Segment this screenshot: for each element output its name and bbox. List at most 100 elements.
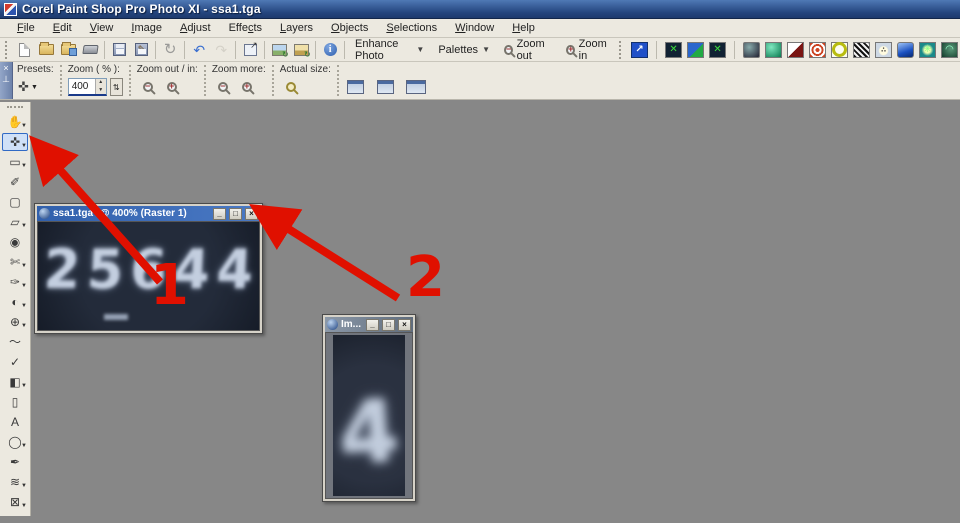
maximize-icon[interactable]: □ xyxy=(382,319,395,331)
black-mesh-icon[interactable] xyxy=(853,42,870,58)
close-icon[interactable]: × xyxy=(245,208,258,220)
flyout-arrow-icon[interactable]: ▼ xyxy=(21,483,27,489)
scratch-remover-tool[interactable]: 〜 xyxy=(2,333,28,351)
text-tool[interactable]: A xyxy=(2,413,28,431)
actual-size-button[interactable] xyxy=(280,77,302,97)
zoom-in-step-button[interactable]: + xyxy=(161,77,183,97)
flyout-arrow-icon[interactable]: ▼ xyxy=(21,143,27,149)
pin-icon[interactable]: ⊥ xyxy=(2,74,10,85)
minimize-icon[interactable]: _ xyxy=(213,208,226,220)
zoom-out-button[interactable]: − Zoom out xyxy=(497,35,559,65)
menu-effects[interactable]: Effects xyxy=(220,20,271,36)
smart-photo-fix-button[interactable] xyxy=(290,39,312,60)
sparkle-icon[interactable]: ∴ xyxy=(875,42,892,58)
image-canvas[interactable]: 25644 xyxy=(37,221,260,331)
image-window-2[interactable]: Im... _ □ × 4 xyxy=(322,314,416,502)
crop-tool[interactable]: ▢ xyxy=(2,193,28,211)
mesh-warp-tool[interactable]: ⊠▼ xyxy=(2,493,28,511)
close-icon[interactable]: × xyxy=(3,63,8,73)
color-changer-tool[interactable]: ✓ xyxy=(2,353,28,371)
resize-button[interactable] xyxy=(239,39,261,60)
menu-layers[interactable]: Layers xyxy=(271,20,322,36)
zoom-slider-toggle[interactable]: ⇅ xyxy=(110,78,123,96)
zoom-in-more-button[interactable]: + xyxy=(236,77,258,97)
flyout-arrow-icon[interactable]: ▼ xyxy=(21,383,27,389)
green-x-dark-icon[interactable]: ✕ xyxy=(665,42,682,58)
menu-file[interactable]: File xyxy=(8,20,44,36)
preset-shape-tool[interactable]: ◯▼ xyxy=(2,433,28,451)
menu-window[interactable]: Window xyxy=(446,20,503,36)
toolbar-grip[interactable] xyxy=(5,41,10,59)
selection-tool[interactable]: ▭▼ xyxy=(2,153,28,171)
green-burst-icon[interactable]: ✳ xyxy=(919,42,936,58)
menu-view[interactable]: View xyxy=(81,20,123,36)
menu-objects[interactable]: Objects xyxy=(322,20,377,36)
close-icon[interactable]: × xyxy=(398,319,411,331)
flyout-arrow-icon[interactable]: ▼ xyxy=(21,323,27,329)
info-button[interactable] xyxy=(319,39,341,60)
image-window-title-bar[interactable]: ssa1.tga* @ 400% (Raster 1) _ □ × xyxy=(37,206,260,221)
flyout-arrow-icon[interactable]: ▼ xyxy=(21,283,27,289)
red-white-diagonal-icon[interactable] xyxy=(787,42,804,58)
dropper-tool[interactable]: ✐ xyxy=(2,173,28,191)
paint-brush-tool[interactable]: ✑▼ xyxy=(2,273,28,291)
save-as-button[interactable] xyxy=(130,39,152,60)
image-window-ssa1[interactable]: ssa1.tga* @ 400% (Raster 1) _ □ × 25644 xyxy=(34,203,263,334)
zoom-in-button[interactable]: + Zoom in xyxy=(559,35,616,65)
pan-tool[interactable]: ✋▼ xyxy=(2,113,28,131)
new-file-button[interactable] xyxy=(13,39,35,60)
flyout-arrow-icon[interactable]: ▼ xyxy=(21,123,27,129)
full-screen-preview-button[interactable] xyxy=(405,77,427,97)
one-step-photo-fix-button[interactable] xyxy=(268,39,290,60)
share-button[interactable]: ↻ xyxy=(159,39,181,60)
green-x-icon[interactable]: ✕ xyxy=(709,42,726,58)
menu-selections[interactable]: Selections xyxy=(377,20,446,36)
toolbar-grip[interactable] xyxy=(619,41,624,59)
minimize-icon[interactable]: _ xyxy=(366,319,379,331)
red-spiral-icon[interactable] xyxy=(809,42,826,58)
save-button[interactable] xyxy=(108,39,130,60)
dark-orb-icon[interactable] xyxy=(743,42,760,58)
blue-green-shapes-icon[interactable] xyxy=(687,42,704,58)
zoom-percent-value[interactable]: 400 xyxy=(69,79,95,94)
yellow-ring-icon[interactable] xyxy=(831,42,848,58)
menu-edit[interactable]: Edit xyxy=(44,20,81,36)
blue-gem-icon[interactable] xyxy=(897,42,914,58)
enhance-photo-button[interactable]: Enhance Photo ▼ xyxy=(348,35,431,65)
flyout-arrow-icon[interactable]: ▼ xyxy=(21,163,27,169)
redo-button[interactable]: ↷ xyxy=(210,39,232,60)
undo-button[interactable]: ↶ xyxy=(188,39,210,60)
palettes-button[interactable]: Palettes ▼ xyxy=(431,41,497,59)
palette-grip[interactable] xyxy=(7,106,23,108)
flyout-arrow-icon[interactable]: ▼ xyxy=(21,223,27,229)
open-button[interactable] xyxy=(35,39,57,60)
fit-window-to-image-button[interactable] xyxy=(345,77,367,97)
red-eye-tool[interactable]: ◉ xyxy=(2,233,28,251)
dark-swirl-icon[interactable]: ◠ xyxy=(941,42,958,58)
makeover-tool[interactable]: ✄▼ xyxy=(2,253,28,271)
image-window-title-bar[interactable]: Im... _ □ × xyxy=(325,317,413,332)
zoom-out-more-button[interactable]: − xyxy=(212,77,234,97)
fit-image-to-window-button[interactable] xyxy=(375,77,397,97)
teal-orb-icon[interactable] xyxy=(765,42,782,58)
browse-button[interactable] xyxy=(57,39,79,60)
zoom-percent-spinbox[interactable]: 400 ▲▼ xyxy=(68,78,107,96)
spinner-arrows[interactable]: ▲▼ xyxy=(95,79,106,94)
flyout-arrow-icon[interactable]: ▼ xyxy=(21,303,27,309)
move-tool[interactable]: ✜▼ xyxy=(2,133,28,151)
menu-help[interactable]: Help xyxy=(503,20,544,36)
warp-brush-tool[interactable]: ≋▼ xyxy=(2,473,28,491)
zoom-out-step-button[interactable]: − xyxy=(137,77,159,97)
menu-image[interactable]: Image xyxy=(122,20,171,36)
image-canvas[interactable]: 4 xyxy=(325,332,413,499)
flyout-arrow-icon[interactable]: ▼ xyxy=(21,443,27,449)
palette-handle[interactable]: × ⊥ xyxy=(0,62,13,99)
eraser-tool[interactable]: ▯ xyxy=(2,393,28,411)
clone-brush-tool[interactable]: ⊕▼ xyxy=(2,313,28,331)
pick-tool[interactable]: ▱▼ xyxy=(2,213,28,231)
pen-tool[interactable]: ✒ xyxy=(2,453,28,471)
lighten-darken-tool[interactable]: ◐▼ xyxy=(2,293,28,311)
menu-adjust[interactable]: Adjust xyxy=(171,20,220,36)
scan-button[interactable] xyxy=(79,39,101,60)
flyout-arrow-icon[interactable]: ▼ xyxy=(21,263,27,269)
